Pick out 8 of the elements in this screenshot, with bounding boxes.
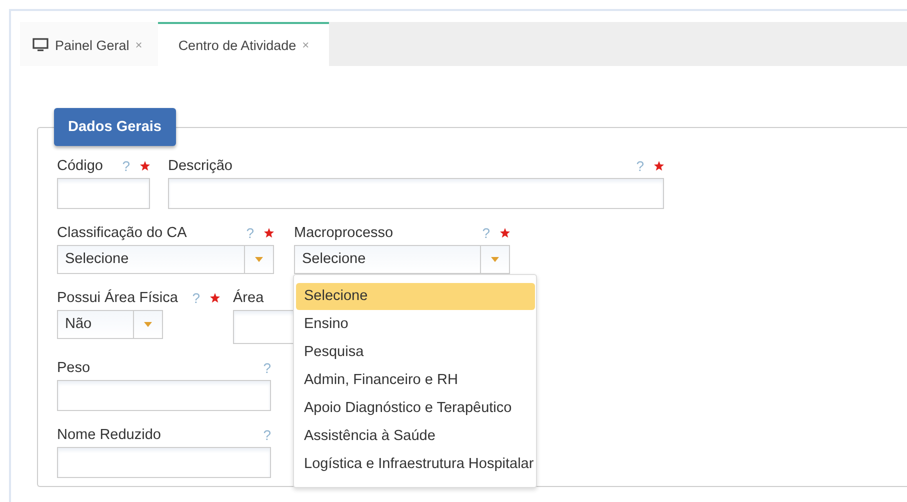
field-label: Código <box>57 158 103 174</box>
field-label: Descrição <box>168 158 232 174</box>
field-label: Nome Reduzido <box>57 427 161 443</box>
field-label: Área <box>233 290 264 306</box>
field-label: Peso <box>57 360 90 376</box>
field-label: Macroprocesso <box>294 225 394 241</box>
field-label: Classificação do CA <box>57 225 187 241</box>
field-label: Possui Área Física <box>57 290 178 306</box>
